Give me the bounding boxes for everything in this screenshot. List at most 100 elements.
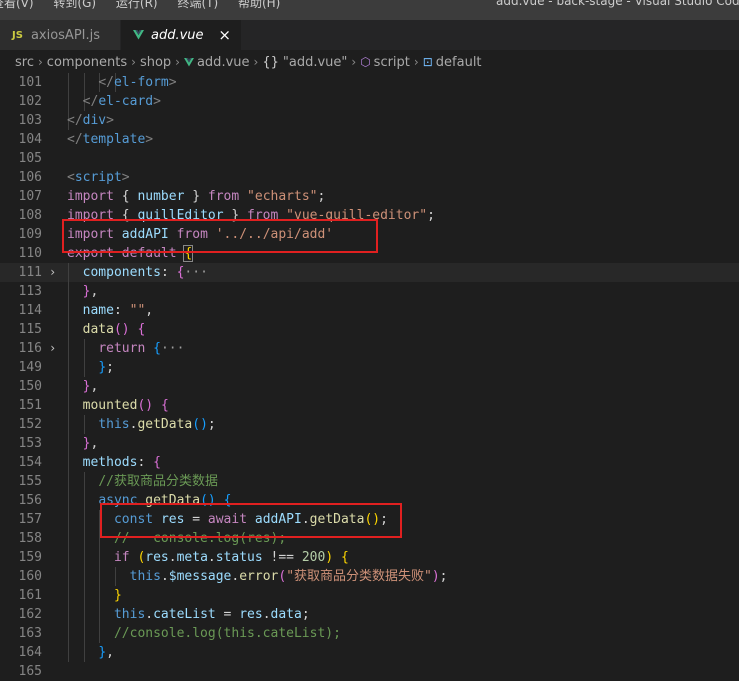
code-token: this: [113, 607, 146, 622]
code-line[interactable]: 154 methods: {: [0, 453, 739, 472]
line-number: 113: [18, 284, 42, 299]
menu-run[interactable]: 运行(R): [116, 0, 158, 10]
code-token: </: [82, 94, 99, 109]
code-token: ,: [106, 645, 114, 660]
breadcrumb-module[interactable]: "add.vue": [283, 55, 348, 70]
line-number: 157: [18, 512, 42, 527]
code-text: data() {: [67, 320, 146, 339]
code-text: //console.log(this.cateList);: [67, 624, 341, 643]
code-line[interactable]: 105: [0, 149, 739, 168]
breadcrumb-shop[interactable]: shop: [140, 55, 171, 70]
code-text: mounted() {: [67, 396, 169, 415]
code-line[interactable]: 107 import { number } from "echarts";: [0, 187, 739, 206]
code-line[interactable]: 102 </el-card>: [0, 92, 739, 111]
code-line[interactable]: 151 mounted() {: [0, 396, 739, 415]
menu-view[interactable]: 查看(V): [0, 0, 34, 10]
code-token: //获取商品分类数据: [98, 474, 218, 489]
line-number: 151: [18, 398, 42, 413]
code-line[interactable]: 106 <script>: [0, 168, 739, 187]
code-token: }: [113, 588, 122, 603]
code-token: .: [207, 550, 216, 565]
tab-axiosapi-js[interactable]: JS axiosAPI.js: [0, 20, 120, 50]
code-line[interactable]: 150 },: [0, 377, 739, 396]
code-line[interactable]: 163 //console.log(this.cateList);: [0, 624, 739, 643]
menu-goto[interactable]: 转到(G): [53, 0, 96, 10]
code-text: </div>: [67, 111, 114, 130]
code-line[interactable]: 159 if (res.meta.status !== 200) {: [0, 548, 739, 567]
code-line[interactable]: 164 },: [0, 643, 739, 662]
close-tab-icon[interactable]: ×: [218, 26, 231, 44]
code-token: template: [82, 132, 146, 147]
code-text: },: [67, 377, 99, 396]
code-line[interactable]: 104 </template>: [0, 130, 739, 149]
code-token: this: [129, 569, 161, 584]
breadcrumb-components[interactable]: components: [47, 55, 127, 70]
line-number: 163: [18, 626, 42, 641]
code-text: this.getData();: [67, 415, 216, 434]
code-token: {: [113, 189, 138, 204]
code-text: //获取商品分类数据: [67, 472, 218, 491]
code-text: this.cateList = res.data;: [67, 605, 310, 624]
tab-bar: JS axiosAPI.js add.vue ×: [0, 20, 739, 50]
code-line[interactable]: 152 this.getData();: [0, 415, 739, 434]
code-editor[interactable]: 101 </el-form> 102 </el-card> 103 </div> 104…: [0, 73, 739, 680]
line-number: 114: [18, 303, 42, 318]
code-text: </template>: [67, 130, 153, 149]
menu-terminal[interactable]: 终端(T): [177, 0, 218, 10]
code-line[interactable]: 103 </div>: [0, 111, 739, 130]
menu-help[interactable]: 帮助(H): [238, 0, 280, 10]
breadcrumb-script[interactable]: script: [374, 55, 410, 70]
code-token: ,: [90, 284, 99, 299]
code-token: cateList: [153, 607, 216, 622]
code-token: number: [137, 189, 185, 204]
code-line[interactable]: 116 › return {···: [0, 339, 739, 358]
code-token: status: [215, 550, 263, 565]
code-line[interactable]: 113 },: [0, 282, 739, 301]
code-text: },: [67, 434, 99, 453]
code-text: if (res.meta.status !== 200) {: [67, 548, 349, 567]
code-token: error: [239, 569, 279, 584]
chevron-right-icon: ›: [37, 55, 43, 69]
code-line[interactable]: 101 </el-form>: [0, 73, 739, 92]
code-line[interactable]: 114 name: "",: [0, 301, 739, 320]
fold-chevron-icon[interactable]: ›: [49, 263, 56, 282]
code-line[interactable]: 161 }: [0, 586, 739, 605]
code-text: components: {···: [67, 263, 208, 282]
code-token: {: [153, 341, 161, 356]
code-line[interactable]: 153 },: [0, 434, 739, 453]
breadcrumb-file[interactable]: add.vue: [197, 55, 250, 70]
code-token: !==: [262, 550, 302, 565]
code-line[interactable]: 149 };: [0, 358, 739, 377]
line-number: 153: [18, 436, 42, 451]
code-line[interactable]: 165: [0, 662, 739, 681]
chevron-right-icon: ›: [131, 55, 136, 69]
line-number: 108: [18, 208, 42, 223]
fold-chevron-icon[interactable]: ›: [49, 339, 56, 358]
code-text: <script>: [67, 168, 130, 187]
tab-add-vue[interactable]: add.vue ×: [121, 20, 241, 50]
code-line[interactable]: 160 this.$message.error("获取商品分类数据失败");: [0, 567, 739, 586]
breadcrumb-default[interactable]: default: [436, 55, 482, 70]
code-token: ···: [184, 265, 208, 280]
chevron-right-icon: ›: [253, 55, 259, 69]
code-line[interactable]: 115 data() {: [0, 320, 739, 339]
code-line[interactable]: 162 this.cateList = res.data;: [0, 605, 739, 624]
code-line[interactable]: 111 › components: {···: [0, 263, 739, 282]
code-line[interactable]: 155 //获取商品分类数据: [0, 472, 739, 491]
line-number: 152: [18, 417, 42, 432]
breadcrumb-src[interactable]: src: [15, 55, 34, 70]
line-number: 158: [18, 531, 42, 546]
code-token: {: [160, 398, 169, 413]
code-token: script: [74, 170, 122, 185]
code-token: $message: [168, 569, 232, 584]
code-token: ;: [207, 417, 216, 432]
